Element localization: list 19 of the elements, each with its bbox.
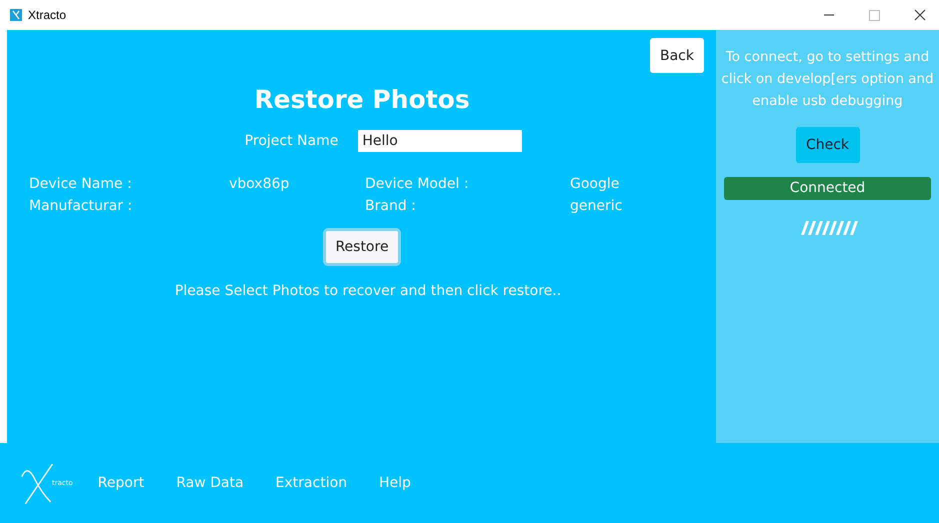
app-icon [10,9,22,21]
info-label: Device Model : [365,176,470,192]
info-label: Device Name : [29,176,133,192]
check-button[interactable]: Check [796,127,860,163]
connection-status: Connected [724,177,931,200]
info-value: Google [570,176,620,192]
info-label: Manufacturar : [29,198,134,214]
window-title: Xtracto [28,8,66,22]
page-title: Restore Photos [253,85,471,114]
back-button[interactable]: Back [650,38,704,73]
project-name-label: Project Name [244,133,338,149]
restore-button[interactable]: Restore [323,228,401,266]
close-icon[interactable] [914,9,926,21]
info-value: vbox86p [229,176,290,192]
project-name-field[interactable]: Hello [358,130,522,152]
info-value: generic [570,198,624,214]
instruction-text: Please Select Photos to recover and then click restore.. [174,283,562,299]
connect-instructions: To connect, go to settings and click on develop[ers option and enable usb debugging [720,48,935,111]
info-label: Brand : [365,198,417,214]
